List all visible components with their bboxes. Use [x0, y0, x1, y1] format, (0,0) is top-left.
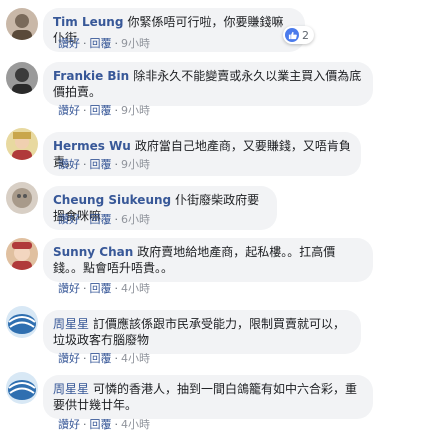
comment-bubble: Frankie Bin 除非永久不能變賣或永久以業主買入價為底價拍賣。 [43, 62, 373, 106]
comment-actions: 讚好 · 回覆 · 4小時 [58, 418, 150, 432]
separator: · [114, 158, 119, 171]
reply-button[interactable]: 回覆 [90, 352, 112, 365]
like-button[interactable]: 讚好 [58, 418, 80, 431]
timestamp[interactable]: 4小時 [121, 352, 150, 365]
separator: · [114, 213, 119, 226]
like-button[interactable]: 讚好 [58, 352, 80, 365]
comment-text: 訂價應該係跟市民承受能力，限制買賣就可以，垃圾政客冇腦廢物 [53, 317, 346, 347]
reply-button[interactable]: 回覆 [90, 37, 112, 50]
reply-button[interactable]: 回覆 [90, 282, 112, 295]
timestamp[interactable]: 4小時 [121, 282, 150, 295]
like-button[interactable]: 讚好 [58, 282, 80, 295]
timestamp[interactable]: 4小時 [121, 418, 150, 431]
timestamp[interactable]: 9小時 [121, 104, 150, 117]
comment-bubble: Sunny Chan 政府賣地給地產商，起私樓。。扛高價錢。。點會唔升唔貴。。 [43, 238, 373, 282]
comment-bubble: 周星星 訂價應該係跟市民承受能力，限制買賣就可以，垃圾政客冇腦廢物 [43, 310, 361, 354]
comment-actions: 讚好 · 回覆 · 4小時 [58, 282, 150, 296]
separator: · [83, 352, 87, 365]
timestamp[interactable]: 9小時 [121, 37, 150, 50]
comment-author[interactable]: 周星星 [53, 317, 89, 331]
avatar[interactable] [6, 182, 38, 214]
avatar[interactable] [6, 372, 38, 404]
comment-actions: 讚好 · 回覆 · 9小時 [58, 158, 150, 172]
separator: · [83, 282, 87, 295]
comment-actions: 讚好 · 回覆 · 9小時 [58, 37, 150, 51]
reply-button[interactable]: 回覆 [90, 158, 112, 171]
avatar[interactable] [6, 8, 38, 40]
like-button[interactable]: 讚好 [58, 37, 80, 50]
separator: · [114, 418, 119, 431]
comment-author[interactable]: 周星星 [53, 382, 89, 396]
separator: · [114, 104, 119, 117]
avatar[interactable] [6, 306, 38, 338]
avatar[interactable] [6, 62, 38, 94]
comment-bubble: 周星星 可憐的香港人，抽到一間白鴿籠有如中六合彩，重要供廿幾廿年。 [43, 375, 373, 419]
comment-author[interactable]: Frankie Bin [53, 69, 129, 83]
separator: · [83, 213, 87, 226]
comment-author[interactable]: Sunny Chan [53, 245, 133, 259]
comment-actions: 讚好 · 回覆 · 6小時 [58, 213, 150, 227]
separator: · [114, 282, 119, 295]
timestamp[interactable]: 9小時 [121, 158, 150, 171]
comment-author[interactable]: Hermes Wu [53, 139, 131, 153]
separator: · [83, 37, 87, 50]
separator: · [83, 158, 87, 171]
separator: · [114, 352, 119, 365]
avatar[interactable] [6, 128, 38, 160]
like-button[interactable]: 讚好 [58, 213, 80, 226]
separator: · [83, 104, 87, 117]
avatar[interactable] [6, 238, 38, 270]
like-button[interactable]: 讚好 [58, 158, 80, 171]
comment-actions: 讚好 · 回覆 · 9小時 [58, 104, 150, 118]
timestamp[interactable]: 6小時 [121, 213, 150, 226]
like-icon [285, 28, 299, 42]
separator: · [114, 37, 119, 50]
separator: · [83, 418, 87, 431]
comment-author[interactable]: Cheung Siukeung [53, 193, 171, 207]
reply-button[interactable]: 回覆 [90, 104, 112, 117]
comment-author[interactable]: Tim Leung [53, 15, 123, 29]
comment-text: 可憐的香港人，抽到一間白鴿籠有如中六合彩，重要供廿幾廿年。 [53, 382, 358, 412]
reply-button[interactable]: 回覆 [90, 213, 112, 226]
comment-actions: 讚好 · 回覆 · 4小時 [58, 352, 150, 366]
like-button[interactable]: 讚好 [58, 104, 80, 117]
reply-button[interactable]: 回覆 [90, 418, 112, 431]
reaction-number: 2 [302, 28, 309, 42]
reaction-count[interactable]: 2 [283, 26, 314, 44]
